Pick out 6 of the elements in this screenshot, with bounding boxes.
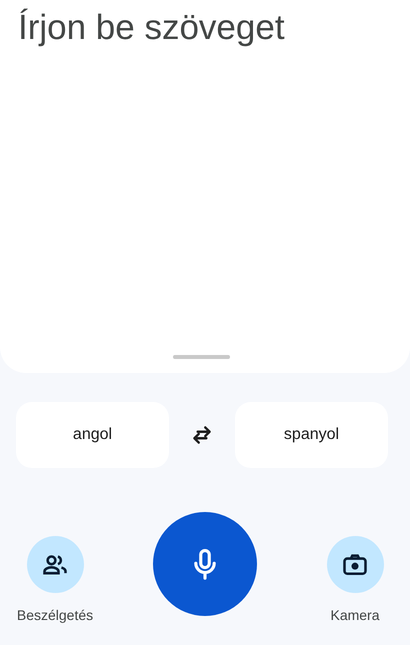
- action-label: Beszélgetés: [16, 607, 94, 623]
- language-button[interactable]: spanyol: [235, 402, 388, 468]
- drag-handle[interactable]: [173, 355, 230, 359]
- language-button[interactable]: angol: [16, 402, 169, 468]
- input-field[interactable]: Írjon be szöveget: [0, 0, 410, 373]
- action-label: Kamera: [330, 607, 380, 623]
